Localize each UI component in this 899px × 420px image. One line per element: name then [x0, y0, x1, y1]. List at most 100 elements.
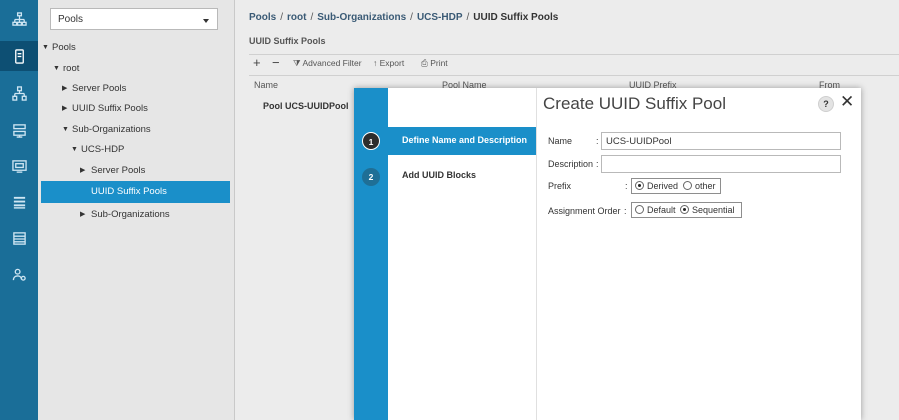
column-header-name[interactable]: Name — [254, 80, 278, 90]
assignment-order-label: Assignment Order — [548, 206, 621, 216]
export-label: Export — [379, 58, 405, 68]
prefix-radio-group: Derived other — [631, 178, 721, 194]
chassis-icon — [13, 196, 25, 209]
breadcrumb-ucs-hdp[interactable]: UCS-HDP — [417, 12, 463, 23]
tree-item-ucs-hdp[interactable]: ▼ UCS-HDP — [38, 139, 234, 160]
tree-item-root[interactable]: ▼ root — [38, 58, 234, 79]
export-icon: ↑ — [373, 58, 378, 68]
chevron-down-icon — [203, 19, 209, 23]
order-option-default[interactable]: Default — [635, 205, 676, 215]
tree-item-pools[interactable]: ▼ Pools — [38, 37, 234, 58]
rail-item-admin[interactable] — [0, 259, 38, 289]
tree-item-label: Sub-Organizations — [72, 124, 151, 135]
radio-selected-icon — [635, 181, 644, 190]
nav-category-value: Pools — [58, 14, 84, 25]
print-icon: ⎙ — [421, 58, 428, 68]
rail-item-chassis[interactable] — [0, 187, 38, 217]
create-uuid-suffix-pool-dialog: Define Name and Description Add UUID Blo… — [354, 88, 861, 420]
lan-icon — [11, 85, 27, 101]
rail-item-lan[interactable] — [0, 78, 38, 108]
tree-item-label: Sub-Organizations — [91, 209, 170, 220]
nav-category-select[interactable]: Pools — [50, 8, 218, 30]
vm-icon — [11, 159, 27, 173]
tree-item-label: UUID Suffix Pools — [91, 186, 167, 197]
radio-icon — [635, 205, 644, 214]
description-label: Description — [548, 159, 594, 169]
rail-item-servers[interactable] — [0, 41, 38, 71]
rail-item-list[interactable] — [0, 223, 38, 253]
radio-icon — [683, 181, 692, 190]
add-button[interactable]: + — [253, 55, 261, 70]
tree-item-label: UUID Suffix Pools — [72, 103, 148, 114]
tree-expanded-icon[interactable]: ▼ — [71, 139, 78, 160]
radio-selected-icon — [680, 205, 689, 214]
admin-icon — [12, 268, 26, 281]
step-label: Add UUID Blocks — [402, 170, 477, 180]
tree-item-hdp-sub-organizations[interactable]: ▶ Sub-Organizations — [38, 204, 234, 225]
wizard-steps: Define Name and Description Add UUID Blo… — [388, 88, 537, 420]
breadcrumb: Pools / root / Sub-Organizations / UCS-HDP / UUI… — [249, 12, 559, 23]
remove-button[interactable]: − — [272, 55, 280, 70]
tree-item-hdp-server-pools[interactable]: ▶ Server Pools — [38, 160, 234, 181]
tree-item-label: Pools — [52, 42, 76, 53]
breadcrumb-sub-organizations[interactable]: Sub-Organizations — [317, 12, 406, 23]
close-icon[interactable]: ✕ — [840, 92, 854, 112]
tree-item-uuid-suffix-pools[interactable]: ▶ UUID Suffix Pools — [38, 98, 234, 119]
tree-item-label: root — [63, 63, 80, 74]
option-label: Sequential — [692, 205, 735, 215]
tree-item-sub-organizations[interactable]: ▼ Sub-Organizations — [38, 119, 234, 140]
colon: : — [596, 159, 599, 169]
dialog-title: Create UUID Suffix Pool — [543, 94, 726, 113]
step-label: Define Name and Description — [402, 135, 528, 145]
tree-item-server-pools[interactable]: ▶ Server Pools — [38, 78, 234, 99]
tree-item-hdp-uuid-suffix-pools[interactable]: UUID Suffix Pools — [41, 181, 230, 203]
navigation-panel: Pools ▼ Pools ▼ root ▶ Server Pools ▶ UU… — [38, 0, 235, 420]
table-toolbar: + − ⧩ Advanced Filter ↑ Export ⎙ Print — [249, 54, 899, 76]
name-field[interactable]: UCS-UUIDPool — [601, 132, 841, 150]
option-label: Default — [647, 205, 676, 215]
servers-icon — [14, 48, 24, 64]
tree-item-label: Server Pools — [72, 83, 127, 94]
advanced-filter-label: Advanced Filter — [302, 58, 362, 68]
tree-item-label: Server Pools — [91, 165, 146, 176]
tree-expanded-icon[interactable]: ▼ — [62, 119, 69, 140]
rail-item-storage[interactable] — [0, 115, 38, 145]
prefix-label: Prefix — [548, 181, 572, 191]
order-option-sequential[interactable]: Sequential — [680, 205, 735, 215]
print-label: Print — [430, 58, 448, 68]
tree-collapsed-icon[interactable]: ▶ — [62, 78, 67, 99]
icon-rail — [0, 0, 38, 420]
wizard-step-1[interactable]: Define Name and Description — [388, 127, 536, 155]
breadcrumb-current: UUID Suffix Pools — [473, 12, 559, 23]
description-field[interactable] — [601, 155, 841, 173]
rail-item-network[interactable] — [0, 4, 38, 34]
advanced-filter-button[interactable]: ⧩ Advanced Filter — [293, 58, 362, 69]
colon: : — [624, 206, 627, 216]
list-icon — [12, 231, 26, 245]
tree-expanded-icon[interactable]: ▼ — [42, 37, 49, 58]
tree-expanded-icon[interactable]: ▼ — [53, 58, 60, 79]
print-button[interactable]: ⎙ Print — [421, 58, 448, 69]
tree-collapsed-icon[interactable]: ▶ — [80, 160, 85, 181]
section-title: UUID Suffix Pools — [249, 36, 326, 46]
wizard-step-2[interactable]: Add UUID Blocks — [388, 162, 536, 190]
assignment-order-radio-group: Default Sequential — [631, 202, 742, 218]
option-label: Derived — [647, 181, 679, 191]
breadcrumb-pools[interactable]: Pools — [249, 12, 276, 23]
rail-item-vm[interactable] — [0, 151, 38, 181]
tree-item-label: UCS-HDP — [81, 144, 125, 155]
table-row[interactable]: Pool UCS-UUIDPool — [263, 101, 349, 111]
storage-icon — [12, 123, 26, 138]
help-icon[interactable]: ? — [818, 96, 834, 112]
step-number-badge: 1 — [362, 132, 380, 150]
tree-collapsed-icon[interactable]: ▶ — [62, 98, 67, 119]
network-icon — [11, 11, 27, 26]
prefix-option-derived[interactable]: Derived — [635, 181, 678, 191]
export-button[interactable]: ↑ Export — [373, 58, 404, 68]
step-number-badge: 2 — [362, 168, 380, 186]
filter-icon: ⧩ — [293, 58, 301, 68]
prefix-option-other[interactable]: other — [683, 181, 716, 191]
name-label: Name — [548, 136, 573, 146]
tree-collapsed-icon[interactable]: ▶ — [80, 204, 85, 225]
breadcrumb-root[interactable]: root — [287, 12, 306, 23]
